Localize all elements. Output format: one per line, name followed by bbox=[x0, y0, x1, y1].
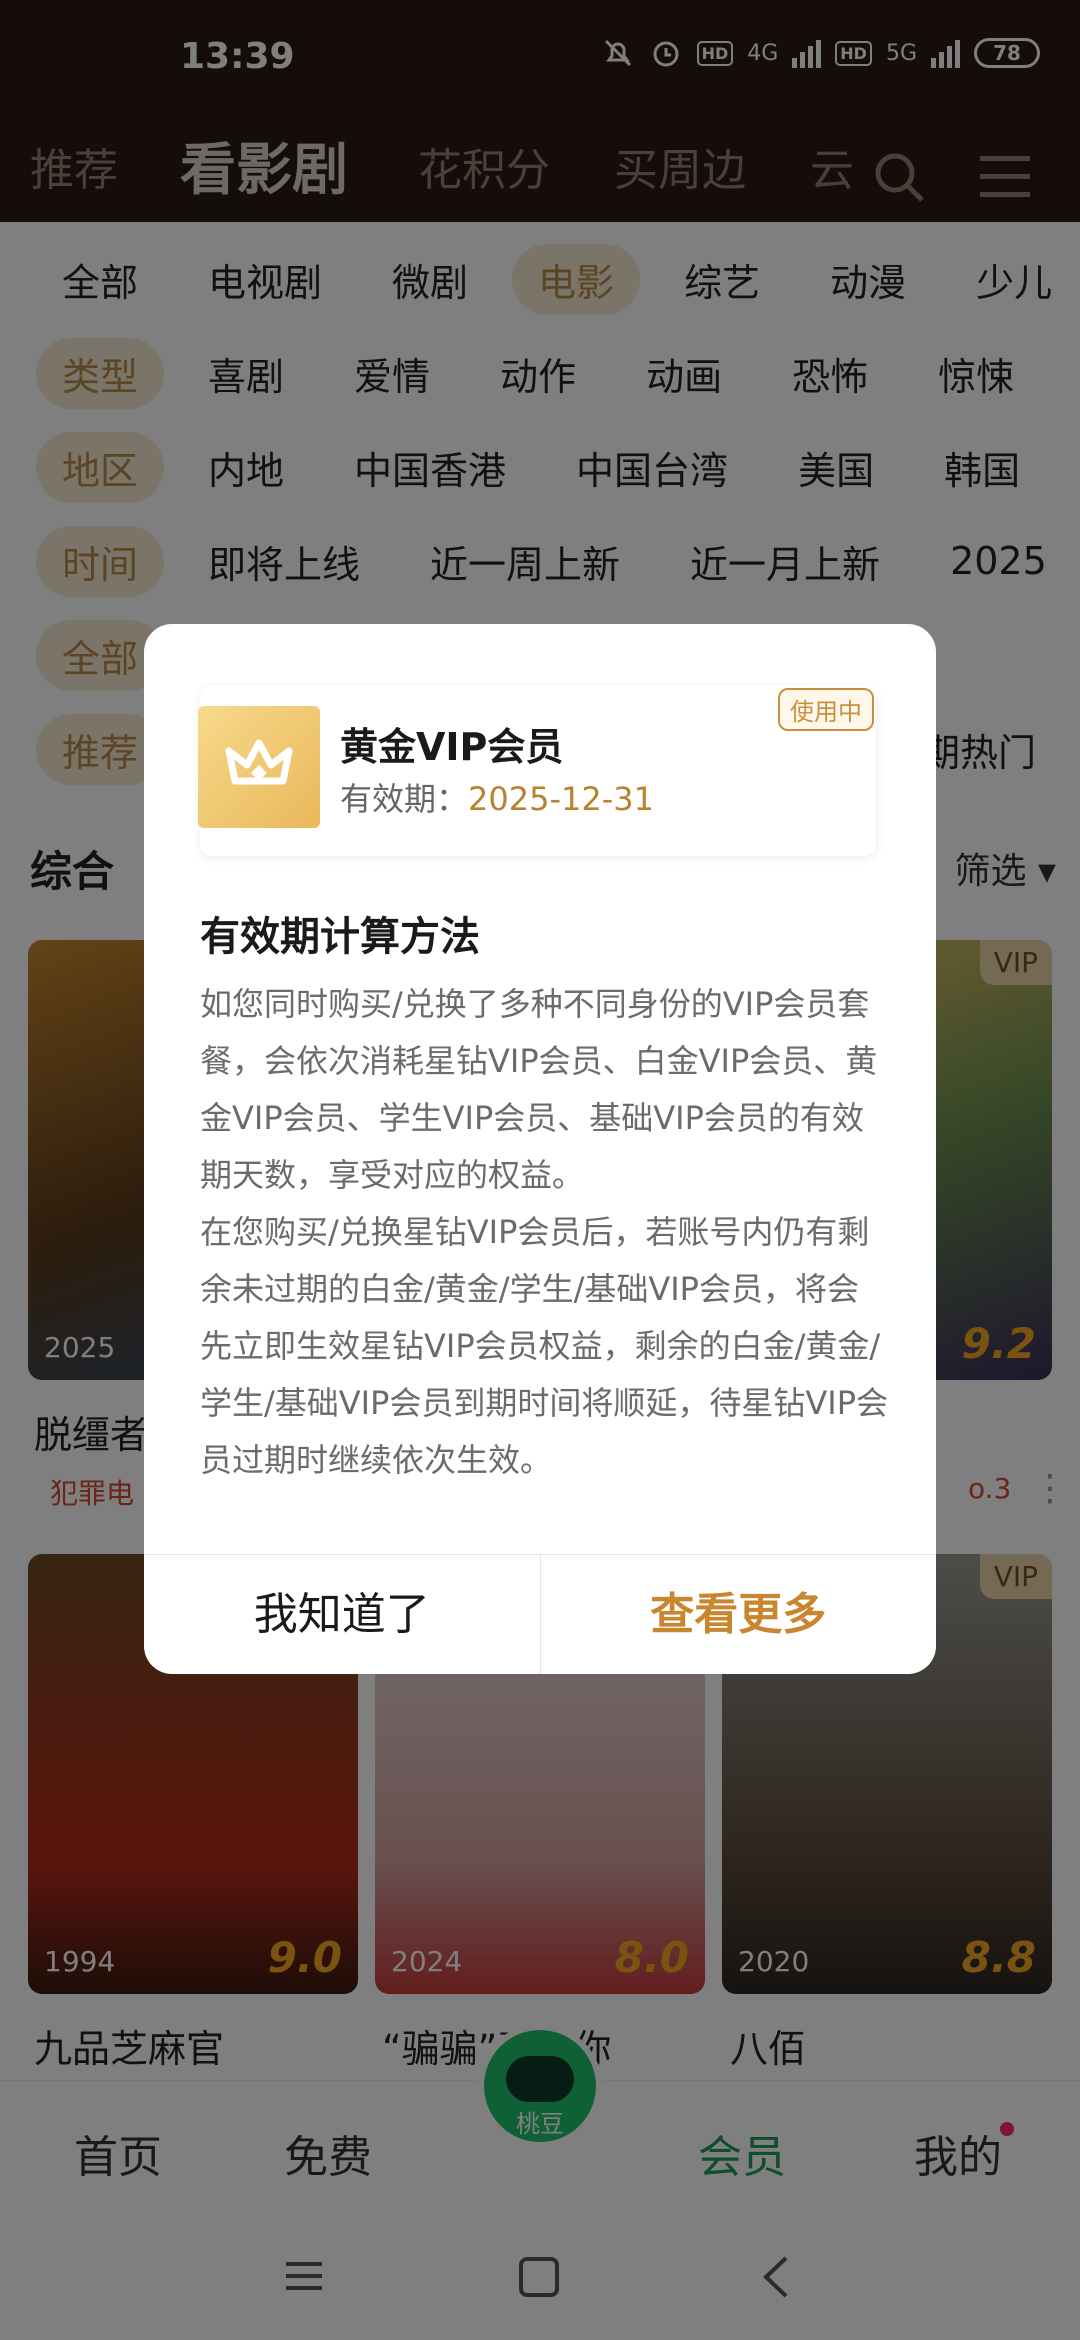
got-it-button[interactable]: 我知道了 bbox=[144, 1555, 541, 1674]
vip-membership-card: 黄金VIP会员 有效期：2025-12-31 使用中 bbox=[198, 686, 876, 856]
vip-expiry: 有效期：2025-12-31 bbox=[340, 774, 654, 820]
status-badge: 使用中 bbox=[778, 688, 874, 731]
expiry-label: 有效期： bbox=[340, 780, 469, 818]
dialog-title: 有效期计算方法 bbox=[200, 914, 480, 960]
dialog-actions: 我知道了 查看更多 bbox=[144, 1554, 936, 1674]
crown-icon bbox=[198, 706, 320, 828]
vip-name: 黄金VIP会员 bbox=[340, 725, 564, 769]
dialog-body: 如您同时购买/兑换了多种不同身份的VIP会员套餐，会依次消耗星钻VIP会员、白金… bbox=[200, 976, 890, 1489]
view-more-button[interactable]: 查看更多 bbox=[541, 1555, 937, 1674]
dialog-paragraph-2: 在您购买/兑换星钻VIP会员后，若账号内仍有剩余未过期的白金/黄金/学生/基础V… bbox=[200, 1213, 889, 1479]
vip-validity-dialog: 黄金VIP会员 有效期：2025-12-31 使用中 有效期计算方法 如您同时购… bbox=[144, 624, 936, 1674]
dialog-paragraph-1: 如您同时购买/兑换了多种不同身份的VIP会员套餐，会依次消耗星钻VIP会员、白金… bbox=[200, 985, 878, 1194]
expiry-date: 2025-12-31 bbox=[468, 780, 654, 818]
